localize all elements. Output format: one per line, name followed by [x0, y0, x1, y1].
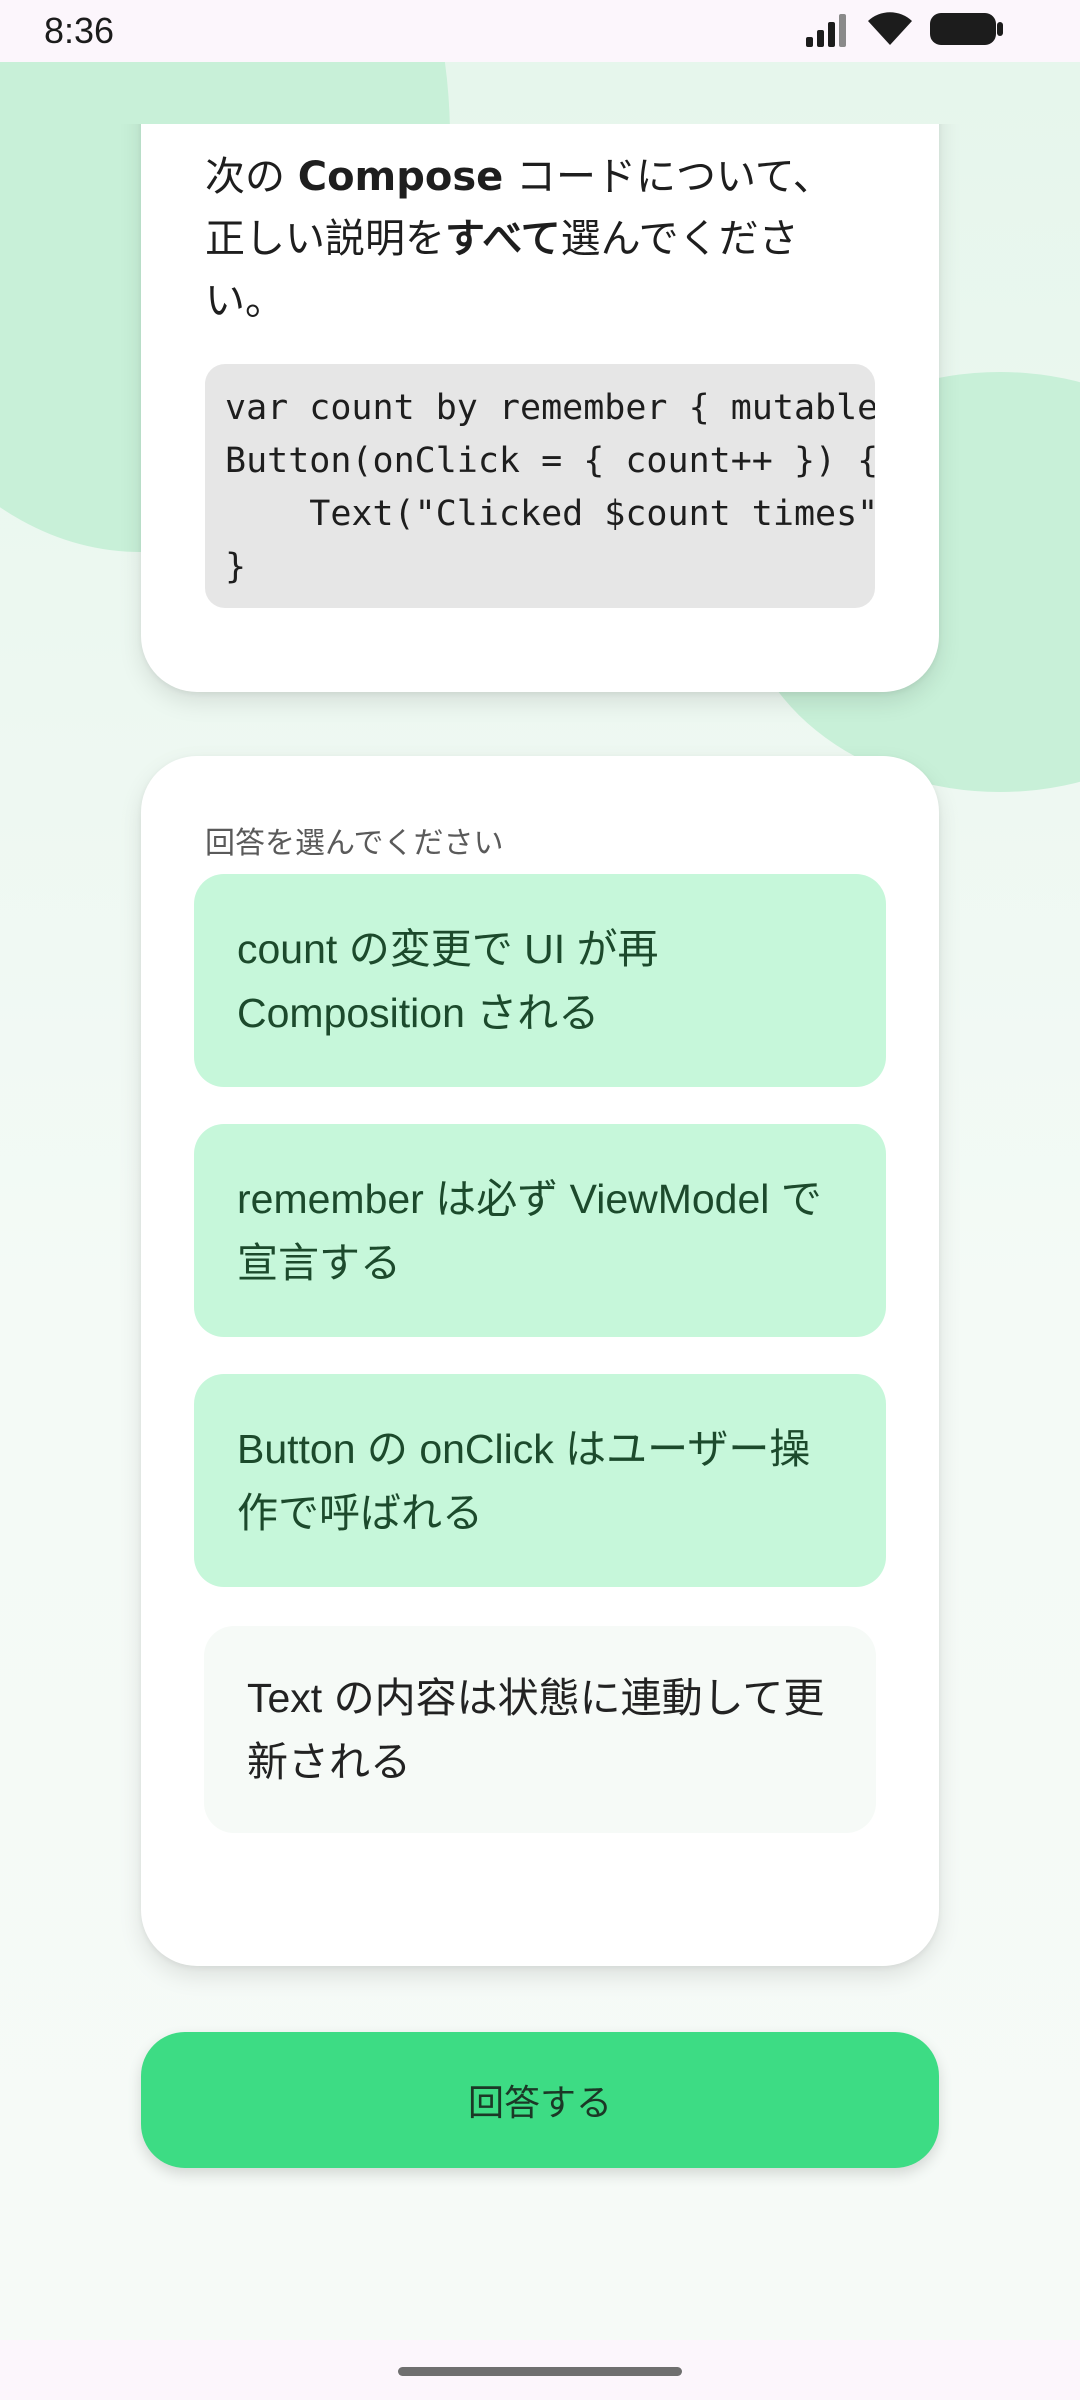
question-text: 次の Compose コードについて、正しい説明をすべて選んでください。 — [205, 146, 865, 332]
answer-option-label: count の変更で UI が再Composition される — [237, 925, 659, 1036]
code-line: } — [225, 547, 247, 587]
code-line: var count by remember { mutableStateOf(0… — [225, 388, 875, 428]
status-time: 8:36 — [44, 10, 115, 51]
submit-button[interactable]: 回答する — [141, 2032, 939, 2168]
navigation-bar — [0, 2340, 1080, 2400]
home-handle[interactable] — [398, 2367, 682, 2376]
answer-option-3[interactable]: Button の onClick はユーザー操作で呼ばれる — [194, 1374, 886, 1587]
answer-heading: 回答を選んでください — [205, 826, 504, 861]
question-card: 次の Compose コードについて、正しい説明をすべて選んでください。 var… — [141, 124, 939, 692]
question-prefix: 次の — [205, 154, 298, 200]
status-icons — [804, 12, 1004, 50]
question-keyword: Compose — [297, 154, 504, 200]
answer-option-label: remember は必ず ViewModel で宣言する — [237, 1175, 822, 1286]
answer-option-4[interactable]: Text の内容は状態に連動して更新される — [204, 1626, 876, 1833]
answer-card: 回答を選んでください count の変更で UI が再Composition さ… — [141, 756, 939, 1966]
code-block: var count by remember { mutableStateOf(0… — [205, 364, 875, 608]
signal-icon — [804, 11, 850, 51]
question-emphasis: すべて — [445, 216, 561, 262]
answer-option-label: Button の onClick はユーザー操作で呼ばれる — [237, 1425, 811, 1536]
status-bar: 8:36 — [0, 0, 1080, 62]
answer-option-label: Text の内容は状態に連動して更新される — [247, 1674, 825, 1785]
code-line: Text("Clicked $count times") — [225, 494, 875, 534]
wifi-icon — [866, 11, 914, 51]
scroll-content[interactable]: 次の Compose コードについて、正しい説明をすべて選んでください。 var… — [0, 124, 1080, 2340]
answer-option-2[interactable]: remember は必ず ViewModel で宣言する — [194, 1124, 886, 1337]
answer-option-1[interactable]: count の変更で UI が再Composition される — [194, 874, 886, 1087]
code-line: Button(onClick = { count++ }) { — [225, 441, 875, 481]
battery-icon — [930, 11, 1004, 51]
